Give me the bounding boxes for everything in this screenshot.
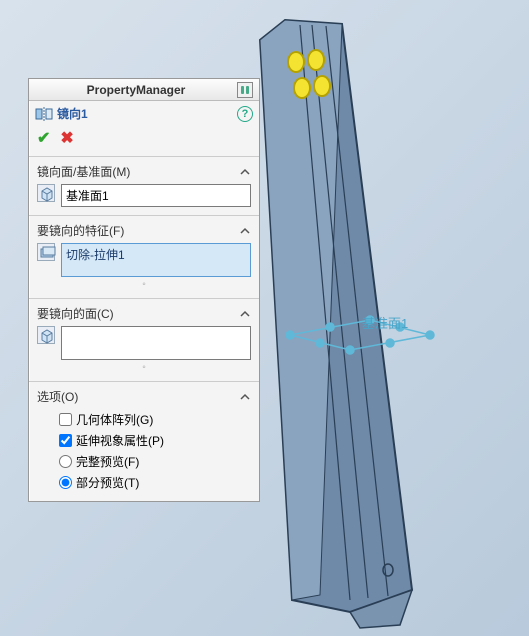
section-faces-to-mirror: 要镜向的面(C) ◦ (29, 298, 259, 381)
option-label: 完整预览(F) (76, 453, 139, 470)
option-partial-preview[interactable]: 部分预览(T) (37, 472, 251, 493)
chevron-up-icon (239, 391, 251, 403)
ok-cancel-row: ✔ ✖ (29, 124, 259, 156)
ok-button[interactable]: ✔ (37, 128, 50, 148)
mirror-plane-value: 基准面1 (66, 189, 109, 203)
svg-text:基准面1: 基准面1 (362, 316, 408, 331)
section-options: 选项(O) 几何体阵列(G) 延伸视象属性(P) 完整预览(F) 部分预览(T) (29, 381, 259, 501)
features-value: 切除-拉伸1 (66, 248, 125, 262)
option-label: 部分预览(T) (76, 474, 139, 491)
section-header-mirror-plane[interactable]: 镜向面/基准面(M) (37, 163, 251, 180)
pm-title: PropertyManager (35, 83, 237, 97)
pm-titlebar: PropertyManager (29, 79, 259, 101)
cancel-button[interactable]: ✖ (60, 128, 73, 148)
mirror-icon (35, 106, 53, 122)
section-mirror-plane: 镜向面/基准面(M) 基准面1 (29, 156, 259, 215)
section-label: 要镜向的特征(F) (37, 222, 124, 239)
section-header-features[interactable]: 要镜向的特征(F) (37, 222, 251, 239)
chevron-up-icon (239, 166, 251, 178)
option-label: 延伸视象属性(P) (76, 432, 164, 449)
resize-grip[interactable]: ◦ (37, 362, 251, 373)
resize-grip[interactable]: ◦ (37, 279, 251, 290)
feature-header: 镜向1 ? (29, 101, 259, 124)
faces-list-input[interactable] (61, 326, 251, 360)
features-list-input[interactable]: 切除-拉伸1 (61, 243, 251, 277)
option-label: 几何体阵列(G) (76, 411, 153, 428)
section-label: 选项(O) (37, 388, 78, 405)
chevron-up-icon (239, 225, 251, 237)
section-header-faces[interactable]: 要镜向的面(C) (37, 305, 251, 322)
option-geometry-pattern[interactable]: 几何体阵列(G) (37, 409, 251, 430)
cube-icon[interactable] (37, 326, 55, 344)
propagate-visual-checkbox[interactable] (59, 434, 72, 447)
chevron-up-icon (239, 308, 251, 320)
geometry-pattern-checkbox[interactable] (59, 413, 72, 426)
option-propagate-visual[interactable]: 延伸视象属性(P) (37, 430, 251, 451)
section-header-options[interactable]: 选项(O) (37, 388, 251, 405)
option-full-preview[interactable]: 完整预览(F) (37, 451, 251, 472)
feature-name: 镜向1 (57, 105, 88, 122)
section-features-to-mirror: 要镜向的特征(F) 切除-拉伸1 ◦ (29, 215, 259, 298)
section-label: 要镜向的面(C) (37, 305, 114, 322)
mirror-plane-input[interactable]: 基准面1 (61, 184, 251, 207)
feature-icon[interactable] (37, 243, 55, 261)
cube-icon[interactable] (37, 184, 55, 202)
pin-icon[interactable] (237, 82, 253, 98)
full-preview-radio[interactable] (59, 455, 72, 468)
section-label: 镜向面/基准面(M) (37, 163, 130, 180)
help-icon[interactable]: ? (237, 106, 253, 122)
partial-preview-radio[interactable] (59, 476, 72, 489)
property-manager-panel: PropertyManager 镜向1 ? ✔ ✖ 镜向面/基准面(M) (28, 78, 260, 502)
